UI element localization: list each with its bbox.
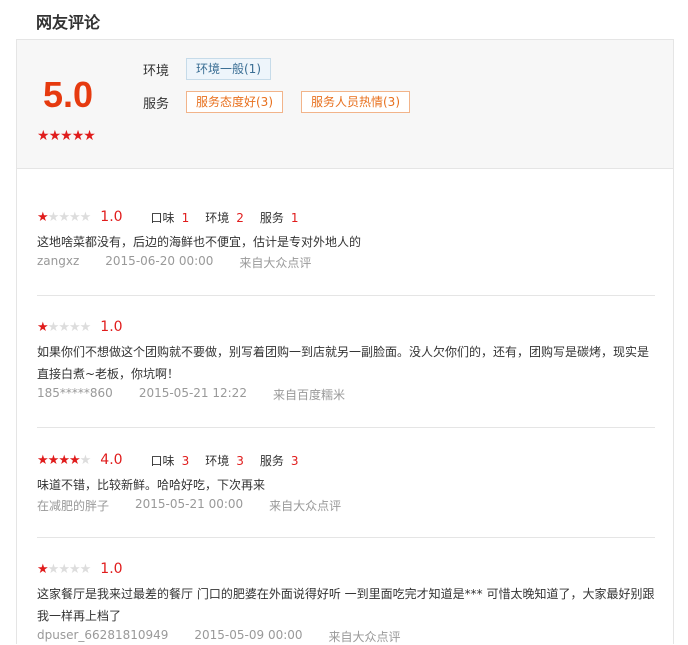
star-icon: ★ bbox=[37, 452, 49, 468]
review-source: 来自大众点评 bbox=[239, 256, 312, 270]
star-icon: ★ bbox=[47, 561, 60, 577]
star-icon: ★ bbox=[68, 209, 81, 225]
review-source: 来自百度糯米 bbox=[272, 388, 345, 402]
review-source: 来自大众点评 bbox=[328, 630, 401, 644]
section-title: 网友评论 bbox=[36, 13, 101, 32]
star-icon: ★ bbox=[58, 319, 70, 335]
review-time: 2015-05-09 00:00 bbox=[194, 628, 303, 642]
star-icon: ★ bbox=[79, 561, 92, 577]
review-stars: ★★★★★ bbox=[37, 561, 92, 577]
taste-label: 口味 bbox=[150, 453, 175, 468]
star-icon: ★ bbox=[58, 452, 70, 468]
service-value: 3 bbox=[290, 453, 299, 468]
star-icon: ★ bbox=[48, 128, 62, 144]
star-icon: ★ bbox=[60, 128, 73, 144]
review-stars: ★★★★★ bbox=[37, 452, 92, 468]
review-user: 在减肥的胖子 bbox=[37, 499, 110, 513]
review-list: ★★★★★ 1.0 口味 1 环境 2 服务 1 这地啥菜都没有，后边的海鲜也不便宜，… bbox=[16, 168, 674, 644]
taste-rating: 口味 1 bbox=[151, 209, 190, 226]
review-user: 185*****860 bbox=[37, 386, 113, 400]
review-time: 2015-06-20 00:00 bbox=[105, 254, 214, 268]
review-score: 1.0 bbox=[100, 319, 123, 335]
service-label: 服务 bbox=[259, 210, 284, 225]
rating-summary: 5.0 ★★★★★ 环境 环境一般(1) 服务 服务态度好(3) 服务人员热情(… bbox=[16, 39, 674, 169]
review-stars: ★★★★★ bbox=[37, 209, 92, 225]
review-item: ★★★★★ 1.0 如果你们不想做这个团购就不要做，别写着团购一到店就另一副脸面… bbox=[37, 318, 655, 403]
review-item: ★★★★★ 1.0 这家餐厅是我来过最差的餐厅 门口的肥婆在外面说得好听 一到里… bbox=[37, 560, 655, 645]
star-icon: ★ bbox=[68, 561, 81, 577]
environment-rating: 环境 2 bbox=[205, 209, 244, 226]
review-stars: ★★★★★ bbox=[37, 319, 92, 335]
star-icon: ★ bbox=[37, 561, 49, 577]
star-icon: ★ bbox=[37, 209, 49, 225]
star-icon: ★ bbox=[58, 561, 70, 577]
overall-score: 5.0 bbox=[43, 74, 94, 115]
star-icon: ★ bbox=[79, 319, 92, 335]
review-score: 4.0 bbox=[100, 452, 123, 468]
service-tag[interactable]: 服务态度好(3) bbox=[186, 91, 283, 113]
star-icon: ★ bbox=[37, 319, 49, 335]
environment-rating: 环境 3 bbox=[205, 452, 244, 469]
review-text: 这家餐厅是我来过最差的餐厅 门口的肥婆在外面说得好听 一到里面吃完才知道是***… bbox=[37, 587, 655, 623]
star-icon: ★ bbox=[68, 319, 81, 335]
taste-rating: 口味 3 bbox=[151, 452, 190, 469]
star-icon: ★ bbox=[83, 128, 96, 144]
divider bbox=[37, 295, 655, 296]
environment-value: 2 bbox=[236, 210, 244, 225]
divider bbox=[37, 427, 655, 428]
review-text: 味道不错，比较新鲜。哈哈好吃，下次再来 bbox=[37, 478, 266, 492]
star-icon: ★ bbox=[47, 209, 60, 225]
review-text: 这地啥菜都没有，后边的海鲜也不便宜，估计是专对外地人的 bbox=[37, 235, 362, 249]
divider bbox=[37, 537, 655, 538]
review-user: dpuser_66281810949 bbox=[37, 628, 169, 642]
service-label: 服务 bbox=[143, 96, 170, 112]
star-icon: ★ bbox=[58, 209, 70, 225]
star-icon: ★ bbox=[47, 319, 60, 335]
star-icon: ★ bbox=[68, 452, 81, 468]
environment-tag-row: 环境 环境一般(1) bbox=[143, 58, 289, 80]
service-label: 服务 bbox=[259, 453, 284, 468]
review-time: 2015-05-21 12:22 bbox=[138, 386, 247, 400]
taste-label: 口味 bbox=[150, 210, 175, 225]
taste-value: 3 bbox=[181, 453, 190, 468]
service-tag-row: 服务 服务态度好(3) 服务人员热情(3) bbox=[143, 91, 428, 113]
environment-label: 环境 bbox=[205, 210, 230, 225]
service-value: 1 bbox=[290, 210, 299, 225]
review-user: zangxz bbox=[37, 254, 80, 268]
star-icon: ★ bbox=[79, 209, 92, 225]
overall-stars: ★★★★★ bbox=[37, 128, 96, 144]
review-score: 1.0 bbox=[100, 209, 123, 225]
service-rating: 服务 1 bbox=[260, 209, 299, 226]
service-tag[interactable]: 服务人员热情(3) bbox=[301, 91, 410, 113]
environment-tag[interactable]: 环境一般(1) bbox=[186, 58, 271, 80]
star-icon: ★ bbox=[37, 128, 50, 144]
environment-label: 环境 bbox=[143, 63, 170, 79]
star-icon: ★ bbox=[71, 128, 85, 144]
review-item: ★★★★★ 1.0 口味 1 环境 2 服务 1 这地啥菜都没有，后边的海鲜也不便宜，… bbox=[37, 208, 655, 271]
review-time: 2015-05-21 00:00 bbox=[135, 497, 244, 511]
review-source: 来自大众点评 bbox=[269, 499, 342, 513]
review-text: 如果你们不想做这个团购就不要做，别写着团购一到店就另一副脸面。没人欠你们的，还有… bbox=[37, 345, 650, 381]
environment-label: 环境 bbox=[205, 453, 230, 468]
star-icon: ★ bbox=[79, 452, 92, 468]
taste-value: 1 bbox=[181, 210, 190, 225]
review-item: ★★★★★ 4.0 口味 3 环境 3 服务 3 味道不错，比较新鲜。哈哈好吃，下次再… bbox=[37, 451, 655, 514]
environment-value: 3 bbox=[236, 453, 244, 468]
star-icon: ★ bbox=[47, 452, 60, 468]
review-score: 1.0 bbox=[100, 561, 123, 577]
service-rating: 服务 3 bbox=[260, 452, 299, 469]
